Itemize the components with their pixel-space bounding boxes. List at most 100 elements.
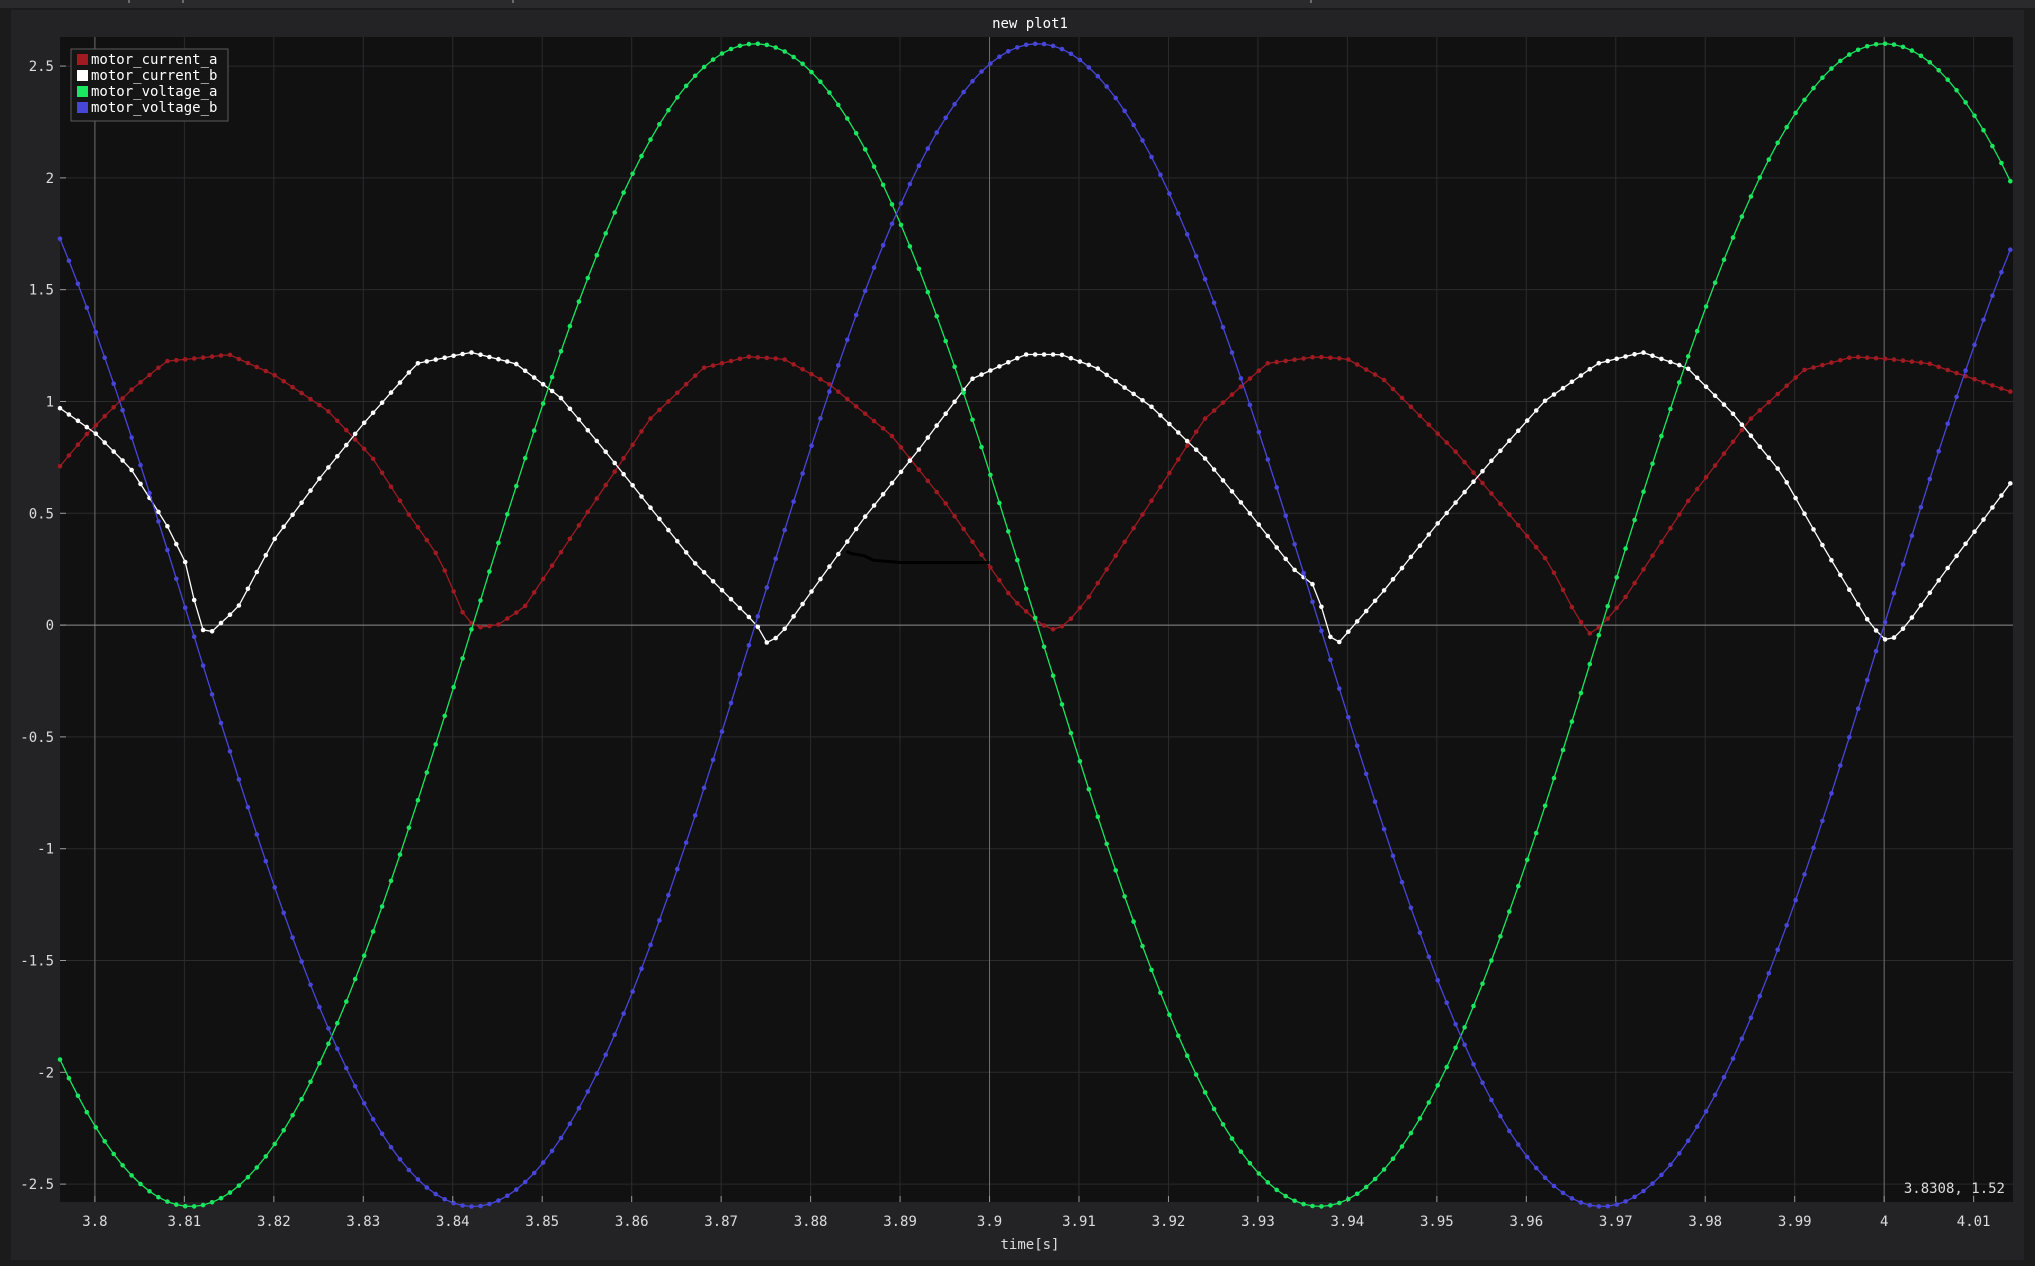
data-point [1453,449,1458,455]
data-point [988,472,993,478]
data-point [1006,360,1011,365]
data-point [1650,461,1655,467]
data-point [317,476,322,481]
data-point [1372,799,1378,804]
plot-window[interactable]: 3.8 3.81 3.82 3.83 3.84 3.85 3.86 3.87 3.88 3.89 3… [11,10,2024,1260]
data-point [120,1163,125,1168]
legend-label: motor_voltage_b [91,100,217,116]
legend-item[interactable]: motor_current_a [77,52,217,68]
data-point [1614,575,1619,580]
data-point [1372,1176,1378,1182]
data-point [93,422,99,428]
data-point [1158,990,1163,995]
data-point [997,364,1002,369]
legend[interactable]: motor_current_amotor_current_bmotor_volt… [70,48,229,122]
x-tick-label: 3.87 [704,1214,738,1230]
data-point [612,1032,617,1037]
data-point [1381,826,1387,832]
data-point [1524,857,1530,863]
data-point [567,536,573,542]
data-point [576,1105,582,1111]
data-point [943,501,948,506]
data-point [800,471,805,476]
data-point [567,1121,573,1126]
data-point [344,427,349,433]
data-point [549,563,555,568]
data-point [1605,1203,1610,1209]
data-point [809,371,814,377]
data-point [934,489,939,495]
data-point [1694,486,1700,492]
data-point [1328,634,1333,640]
plot-canvas[interactable]: 3.8 3.81 3.82 3.83 3.84 3.85 3.86 3.87 3.88 3.89 3… [11,10,2024,1260]
data-point [845,116,850,121]
data-point [182,1203,188,1209]
data-point [1229,1136,1235,1141]
data-point [245,1174,251,1180]
data-point [2008,481,2013,486]
data-point [1292,542,1297,547]
data-point [1140,138,1145,143]
x-axis-label: time[s] [1000,1237,1059,1253]
data-point [1820,818,1825,824]
data-point [1641,1188,1646,1194]
data-point [1426,1100,1432,1105]
data-point [773,635,778,641]
data-point [478,1203,483,1209]
data-point [683,381,689,387]
data-point [147,1189,152,1194]
data-point [934,423,939,428]
data-point [1390,1156,1396,1161]
data-point [1158,172,1163,177]
x-tick-label: 3.99 [1778,1214,1812,1230]
data-point [93,1125,99,1130]
data-point [1659,433,1664,439]
data-point [254,832,260,837]
data-point [1184,443,1190,448]
data-point [558,1135,564,1141]
data-point [1202,1090,1208,1095]
legend-item[interactable]: motor_current_b [77,68,217,84]
data-point [1507,909,1512,914]
data-point [648,942,653,948]
data-point [943,338,948,344]
data-point [1551,570,1557,576]
data-point [1542,1175,1548,1180]
data-point [1444,1000,1449,1005]
data-point [791,362,796,367]
data-point [952,399,957,405]
data-point [93,330,99,335]
data-point [487,354,492,360]
data-point [1703,384,1709,390]
data-point [1909,533,1915,538]
data-point [263,368,269,374]
data-point [1444,510,1449,516]
data-point [853,526,859,532]
data-point [165,547,170,553]
data-point [147,372,152,378]
data-point [1677,1151,1682,1156]
data-point [594,252,600,258]
data-point [1202,456,1208,461]
x-tick-label: 3.81 [167,1214,201,1230]
data-point [209,629,215,634]
data-point [1068,51,1074,57]
data-point [1274,359,1279,365]
data-point [1838,58,1843,64]
data-point [397,852,403,857]
data-point [1542,555,1548,561]
data-point [1712,463,1718,468]
data-point [2008,247,2013,252]
legend-item[interactable]: motor_voltage_a [77,84,217,100]
data-point [1963,541,1968,547]
data-point [1864,355,1870,361]
data-point [961,89,966,95]
data-point [755,624,761,630]
data-point [898,445,904,450]
data-point [710,579,716,584]
data-point [415,1177,421,1182]
data-point [1990,293,1995,299]
legend-item[interactable]: motor_voltage_b [77,100,217,116]
data-point [299,390,304,396]
data-point [1095,366,1101,371]
